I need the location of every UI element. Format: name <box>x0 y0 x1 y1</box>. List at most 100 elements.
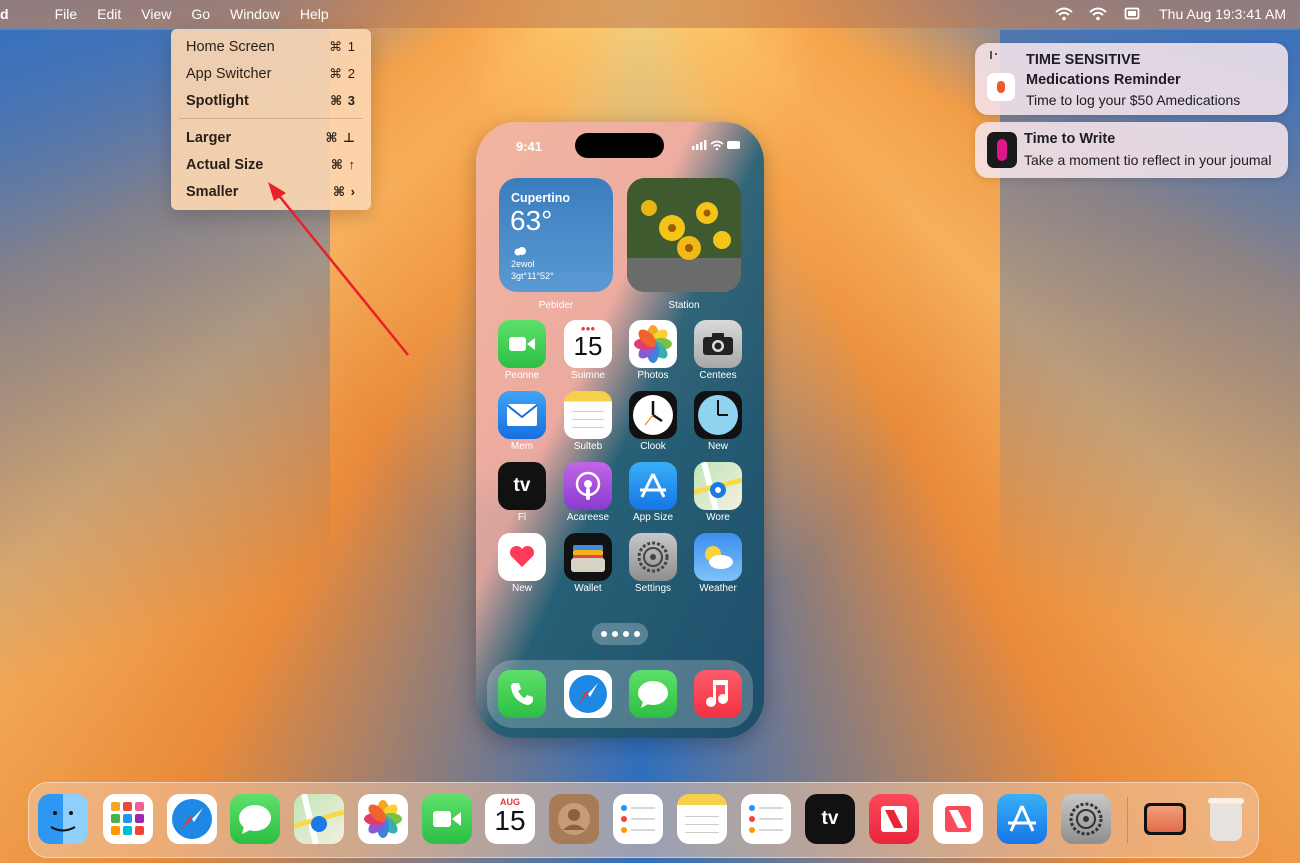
menu-item-larger[interactable]: Larger ⌘ ⊥ <box>171 124 371 151</box>
simulator-icon[interactable] <box>1140 794 1190 844</box>
page-indicator[interactable] <box>592 623 648 645</box>
menu-go[interactable]: Go <box>181 6 220 22</box>
health-icon[interactable] <box>498 533 546 581</box>
launchpad-icon[interactable] <box>103 794 153 844</box>
news-icon[interactable] <box>933 794 983 844</box>
messages-icon[interactable] <box>230 794 280 844</box>
wifi-icon[interactable] <box>1087 6 1109 22</box>
app-label-peonne: Peonne <box>504 370 540 381</box>
apple-tv-icon[interactable]: tv <box>805 794 855 844</box>
app-label-app-size: App Size <box>632 512 674 523</box>
weather-conditions: 2ewol 3gt°11°52° <box>511 259 554 281</box>
notification-journal[interactable]: Time to Write Take a moment tio reflect … <box>975 122 1288 178</box>
go-menu-dropdown: Home Screen ⌘ 1 App Switcher ⌘ 2 Spotlight… <box>171 29 371 210</box>
photo-widget[interactable] <box>627 178 741 292</box>
messages-icon[interactable] <box>629 670 677 718</box>
menu-item-actual-size[interactable]: Actual Size ⌘ ↑ <box>171 151 371 178</box>
app-store-icon[interactable] <box>629 462 677 510</box>
photos-icon[interactable] <box>358 794 408 844</box>
app-label-settings: Settings <box>634 583 672 594</box>
reminders-icon[interactable] <box>613 794 663 844</box>
weather-icon[interactable] <box>694 533 742 581</box>
notes-icon[interactable] <box>564 391 612 439</box>
menu-window[interactable]: Window <box>220 6 290 22</box>
calendar-icon[interactable]: ●●● 15 <box>564 320 612 368</box>
menu-item-smaller[interactable]: Smaller ⌘ › <box>171 178 371 205</box>
wifi-icon[interactable] <box>1053 6 1075 22</box>
menu-view[interactable]: View <box>131 6 181 22</box>
menu-item-spotlight[interactable]: Spotlight ⌘ 3 <box>171 87 371 114</box>
notification-title: Time to Write <box>1024 131 1116 147</box>
menu-help[interactable]: Help <box>290 6 339 22</box>
reminders-icon[interactable] <box>741 794 791 844</box>
flower-photo <box>627 178 741 292</box>
camera-icon[interactable] <box>694 320 742 368</box>
facetime-icon[interactable] <box>422 794 472 844</box>
app-store-icon[interactable] <box>997 794 1047 844</box>
phone-clock: 9:41 <box>516 139 543 154</box>
journal-app-icon <box>987 132 1017 168</box>
screen-mirroring-icon[interactable] <box>1121 6 1143 22</box>
app-label-new: New <box>707 441 728 452</box>
weather-city: Cupertino <box>511 191 571 205</box>
dynamic-island <box>575 133 664 158</box>
finder-icon[interactable] <box>38 794 88 844</box>
cloud-icon <box>514 247 526 256</box>
notification-body: Time to log your $50 Amedications <box>1026 92 1241 108</box>
maps-icon[interactable] <box>293 793 345 845</box>
app-label-suimne: Suimne <box>571 370 605 381</box>
app-label-photos: Photos <box>637 370 669 381</box>
system-settings-icon[interactable] <box>1061 794 1111 844</box>
weather-widget-label: Pebider <box>538 300 574 311</box>
notification-category: TIME SENSITIVE <box>1026 52 1141 68</box>
settings-icon[interactable] <box>629 533 677 581</box>
app-label-wore: Wore <box>706 512 730 523</box>
clock-icon[interactable] <box>629 391 677 439</box>
photos-icon[interactable] <box>629 320 677 368</box>
app-menu[interactable]: d <box>0 6 19 22</box>
iphone-simulator[interactable]: 9:41 Cupertino 63° 2ewol 3gt°11°52° Pebid… <box>476 122 764 738</box>
calendar-icon[interactable]: AUG 15 <box>485 794 535 844</box>
menu-item-app-switcher[interactable]: App Switcher ⌘ 2 <box>171 60 371 87</box>
trash-icon[interactable] <box>1201 794 1251 844</box>
app-label-centees: Centees <box>699 370 737 381</box>
safari-icon[interactable] <box>167 794 217 844</box>
dock-separator <box>1127 797 1128 843</box>
menu-file[interactable]: File <box>45 6 88 22</box>
clock-blue-icon[interactable] <box>694 391 742 439</box>
menu-separator <box>179 118 363 119</box>
menu-bar: d File Edit View Go Window Help Thu Aug … <box>0 0 1300 28</box>
app-label-weather: Weather <box>699 583 737 594</box>
app-label-acareese: Acareese <box>566 512 610 523</box>
wallet-icon[interactable] <box>564 533 612 581</box>
medications-app-icon <box>987 73 1015 101</box>
app-label-new-health: New <box>511 583 532 594</box>
maps-icon[interactable] <box>693 461 743 511</box>
menubar-clock[interactable]: Thu Aug 19:3:41 AM <box>1159 6 1286 22</box>
pin-icon <box>990 51 997 59</box>
menu-item-home-screen[interactable]: Home Screen ⌘ 1 <box>171 33 371 60</box>
menu-edit[interactable]: Edit <box>87 6 131 22</box>
phone-status-icons <box>692 140 740 151</box>
app-label-fl: Fl <box>517 512 527 523</box>
apple-tv-icon[interactable]: tv <box>498 462 546 510</box>
app-label-wallet: Wallet <box>574 583 602 594</box>
photo-widget-label: Station <box>668 300 700 311</box>
facetime-icon[interactable] <box>498 320 546 368</box>
notification-medications[interactable]: TIME SENSITIVE Medications Reminder Time… <box>975 43 1288 115</box>
podcasts-icon[interactable] <box>564 462 612 510</box>
notification-title: Medications Reminder <box>1026 72 1181 88</box>
phone-icon[interactable] <box>498 670 546 718</box>
contacts-icon[interactable] <box>549 794 599 844</box>
news-icon[interactable] <box>869 794 919 844</box>
weather-widget[interactable]: Cupertino 63° 2ewol 3gt°11°52° <box>499 178 613 292</box>
notes-icon[interactable] <box>677 794 727 844</box>
macos-dock: AUG 15 tv <box>28 782 1259 858</box>
safari-icon[interactable] <box>564 670 612 718</box>
app-label-clook: Clook <box>640 441 666 452</box>
notification-body: Take a moment tio reflect in your joumal <box>1024 152 1272 168</box>
app-label-sulteb: Sulteb <box>573 441 603 452</box>
app-label-mem: Mem <box>510 441 534 452</box>
mail-icon[interactable] <box>498 391 546 439</box>
music-icon[interactable] <box>694 670 742 718</box>
